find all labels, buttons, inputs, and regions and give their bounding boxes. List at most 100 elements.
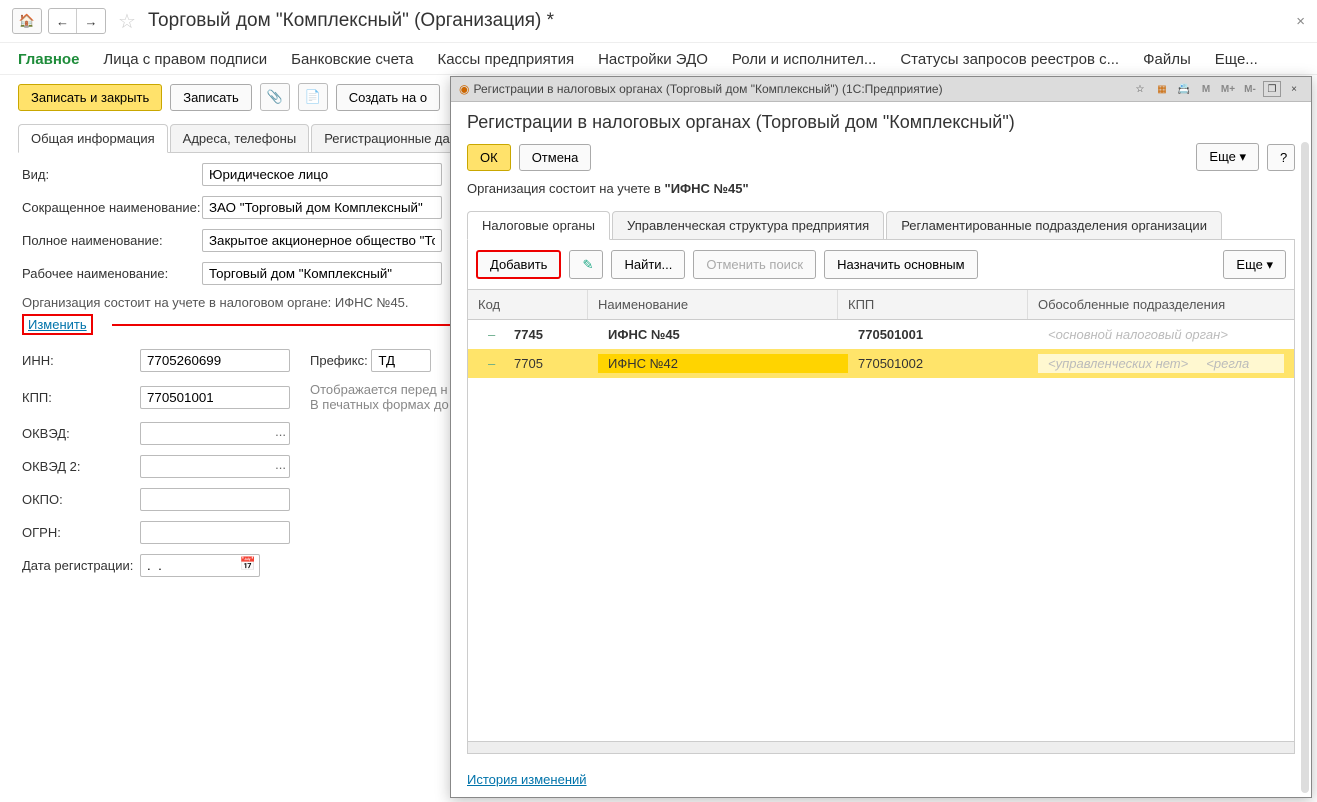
grid-body[interactable]: – 7745 ИФНС №45 770501001 <основной нало… [467, 320, 1295, 742]
home-button[interactable]: 🏠 [12, 8, 42, 34]
page-title: Торговый дом "Комплексный" (Организация)… [148, 10, 554, 32]
okved2-input[interactable] [140, 455, 290, 478]
col-sep: Обособленные подразделения [1028, 290, 1294, 319]
save-close-button[interactable]: Записать и закрыть [18, 84, 162, 111]
dialog-title: Регистрации в налоговых органах (Торговы… [467, 112, 1295, 133]
nav-signers[interactable]: Лица с правом подписи [103, 51, 267, 68]
short-input[interactable] [202, 196, 442, 219]
prefix-label: Префикс: [310, 353, 368, 368]
row-sep: <управленческих нет> <регла [1038, 354, 1284, 373]
ogrn-input[interactable] [140, 521, 290, 544]
calc-mplus[interactable]: M+ [1219, 81, 1237, 97]
row-code: 7745 [504, 325, 598, 344]
calc-mminus[interactable]: M- [1241, 81, 1259, 97]
org-line-tax: "ИФНС №45" [665, 181, 749, 196]
inn-input[interactable] [140, 349, 290, 372]
inn-label: ИНН: [22, 353, 140, 368]
find-button[interactable]: Найти... [611, 250, 685, 279]
nav-files[interactable]: Файлы [1143, 51, 1191, 68]
table-row[interactable]: – 7705 ИФНС №42 770501002 <управленчески… [468, 349, 1294, 378]
close-icon[interactable]: × [1296, 13, 1305, 30]
list-icon[interactable]: 📄 [298, 83, 328, 111]
grid-scroll-x[interactable] [467, 742, 1295, 754]
create-on-button[interactable]: Создать на о [336, 84, 440, 111]
dialog-close-icon[interactable]: × [1285, 81, 1303, 97]
help-button[interactable]: ? [1267, 144, 1295, 171]
col-kpp: КПП [838, 290, 1028, 319]
prefix-hint1: Отображается перед н [310, 382, 449, 397]
favorite-star-icon[interactable]: ☆ [118, 9, 136, 34]
col-code: Код [468, 290, 588, 319]
more-button-top[interactable]: Еще ▾ [1196, 143, 1259, 171]
dialog-titlebar[interactable]: ◉ Регистрации в налоговых органах (Торго… [451, 77, 1311, 102]
okved2-label: ОКВЭД 2: [22, 459, 140, 474]
grid-header: Код Наименование КПП Обособленные подраз… [467, 290, 1295, 320]
nav-more[interactable]: Еще... [1215, 51, 1258, 68]
cancel-find-button: Отменить поиск [693, 250, 816, 279]
more-button-grid[interactable]: Еще ▾ [1223, 250, 1286, 279]
short-label: Сокращенное наименование: [22, 200, 202, 215]
dialog-scrollbar[interactable] [1301, 142, 1309, 793]
nav-forward-button[interactable]: → [77, 9, 105, 33]
dlg-tab-tax[interactable]: Налоговые органы [467, 211, 610, 240]
attach-icon[interactable]: 📎 [260, 83, 290, 111]
nav-bank[interactable]: Банковские счета [291, 51, 413, 68]
edit-icon[interactable]: ✎ [569, 250, 603, 279]
nav-roles[interactable]: Роли и исполнител... [732, 51, 876, 68]
calendar-icon[interactable]: 📅 [240, 556, 256, 572]
okved-input[interactable] [140, 422, 290, 445]
okpo-label: ОКПО: [22, 492, 140, 507]
kpp-input[interactable] [140, 386, 290, 409]
full-input[interactable] [202, 229, 442, 252]
row-name: ИФНС №45 [598, 325, 848, 344]
save-button[interactable]: Записать [170, 84, 252, 111]
nav-statuses[interactable]: Статусы запросов реестров с... [900, 51, 1119, 68]
okved-picker-icon[interactable]: ... [275, 424, 286, 439]
add-button[interactable]: Добавить [476, 250, 561, 279]
calc-m[interactable]: M [1197, 81, 1215, 97]
regdate-label: Дата регистрации: [22, 558, 140, 573]
nav-back-button[interactable]: ← [49, 9, 77, 33]
change-link[interactable]: Изменить [22, 314, 93, 335]
row-mark-icon: – [478, 354, 504, 373]
calc-icon[interactable]: 📇 [1175, 81, 1193, 97]
tab-addresses[interactable]: Адреса, телефоны [170, 124, 310, 153]
nav-edo[interactable]: Настройки ЭДО [598, 51, 708, 68]
work-label: Рабочее наименование: [22, 266, 202, 281]
okpo-input[interactable] [140, 488, 290, 511]
nav-main[interactable]: Главное [18, 51, 79, 68]
org-line-prefix: Организация состоит на учете в [467, 181, 665, 196]
row-kpp: 770501001 [848, 325, 1038, 344]
kind-label: Вид: [22, 167, 202, 182]
row-kpp: 770501002 [848, 354, 1038, 373]
history-link[interactable]: История изменений [467, 772, 1295, 787]
prefix-input[interactable] [371, 349, 431, 372]
table-row[interactable]: – 7745 ИФНС №45 770501001 <основной нало… [468, 320, 1294, 349]
dialog-window-title: Регистрации в налоговых органах (Торговы… [473, 82, 942, 96]
tax-registration-dialog: ◉ Регистрации в налоговых органах (Торго… [450, 76, 1312, 798]
col-name: Наименование [588, 290, 838, 319]
row-name: ИФНС №42 [598, 354, 848, 373]
kind-input[interactable] [202, 163, 442, 186]
dlg-tab-mgmt[interactable]: Управленческая структура предприятия [612, 211, 884, 240]
work-input[interactable] [202, 262, 442, 285]
assign-main-button[interactable]: Назначить основным [824, 250, 977, 279]
okved2-picker-icon[interactable]: ... [275, 457, 286, 472]
app-icon: ◉ [459, 82, 469, 96]
cancel-button[interactable]: Отмена [519, 144, 592, 171]
ogrn-label: ОГРН: [22, 525, 140, 540]
grid-icon[interactable]: ▦ [1153, 81, 1171, 97]
nav-cash[interactable]: Кассы предприятия [437, 51, 574, 68]
dialog-restore-icon[interactable]: ❐ [1263, 81, 1281, 97]
row-code: 7705 [504, 354, 598, 373]
arrow-line [112, 324, 462, 326]
tab-general[interactable]: Общая информация [18, 124, 168, 153]
row-mark-icon: – [478, 325, 504, 344]
okved-label: ОКВЭД: [22, 426, 140, 441]
ok-button[interactable]: ОК [467, 144, 511, 171]
dlg-tab-reg[interactable]: Регламентированные подразделения организ… [886, 211, 1222, 240]
kpp-label: КПП: [22, 390, 140, 405]
prefix-hint2: В печатных формах до [310, 397, 449, 412]
full-label: Полное наименование: [22, 233, 202, 248]
star-icon[interactable]: ☆ [1131, 81, 1149, 97]
